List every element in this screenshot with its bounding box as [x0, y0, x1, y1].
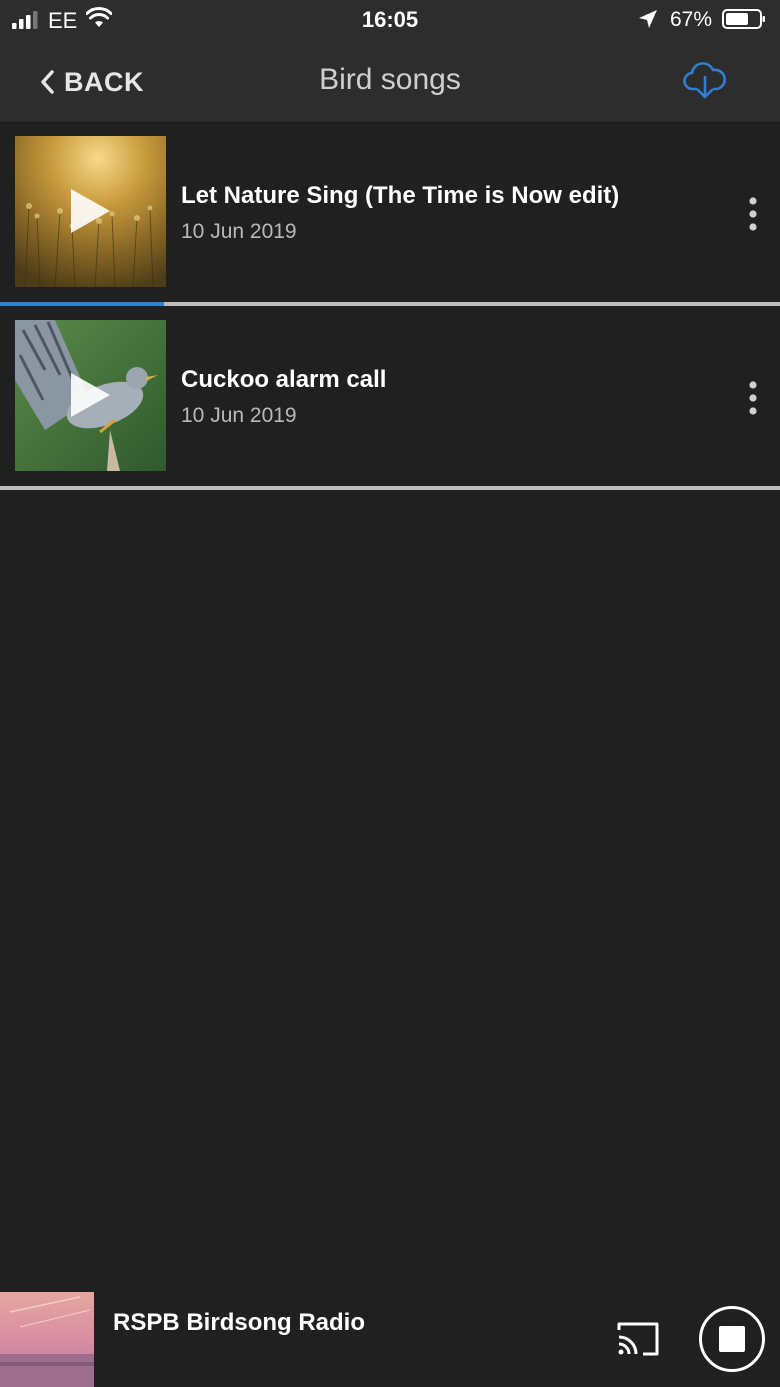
location-arrow-icon — [639, 10, 657, 28]
mini-player: RSPB Birdsong Radio — [0, 1292, 780, 1387]
battery-icon — [722, 9, 765, 29]
more-options-icon[interactable] — [740, 196, 766, 232]
episode-title: Cuckoo alarm call — [181, 366, 387, 393]
episode-list: Let Nature Sing (The Time is Now edit) 1… — [0, 122, 780, 490]
play-icon — [71, 373, 110, 417]
cast-icon[interactable] — [615, 1320, 661, 1358]
stop-button[interactable] — [698, 1305, 766, 1373]
episode-date: 10 Jun 2019 — [181, 220, 297, 243]
episode-title: Let Nature Sing (The Time is Now edit) — [181, 182, 620, 209]
player-artwork[interactable] — [0, 1292, 94, 1387]
list-item[interactable]: Cuckoo alarm call 10 Jun 2019 — [0, 306, 780, 490]
episode-thumbnail[interactable] — [15, 320, 166, 471]
page-title: Bird songs — [319, 63, 461, 96]
battery-percentage: 67% — [670, 8, 713, 31]
sunrise-artwork — [0, 1292, 94, 1387]
stop-icon — [719, 1326, 745, 1352]
cloud-download-icon[interactable] — [683, 58, 727, 102]
play-icon — [71, 189, 110, 233]
status-bar: EE 16:05 67% — [0, 0, 780, 40]
episode-thumbnail[interactable] — [15, 136, 166, 287]
more-options-icon[interactable] — [740, 380, 766, 416]
list-item[interactable]: Let Nature Sing (The Time is Now edit) 1… — [0, 122, 780, 306]
clock: 16:05 — [361, 7, 419, 32]
episode-date: 10 Jun 2019 — [181, 404, 297, 427]
navigation-bar: BACK Bird songs — [0, 40, 780, 123]
player-title: RSPB Birdsong Radio — [113, 1309, 366, 1336]
episode-progress-bar — [0, 486, 780, 490]
